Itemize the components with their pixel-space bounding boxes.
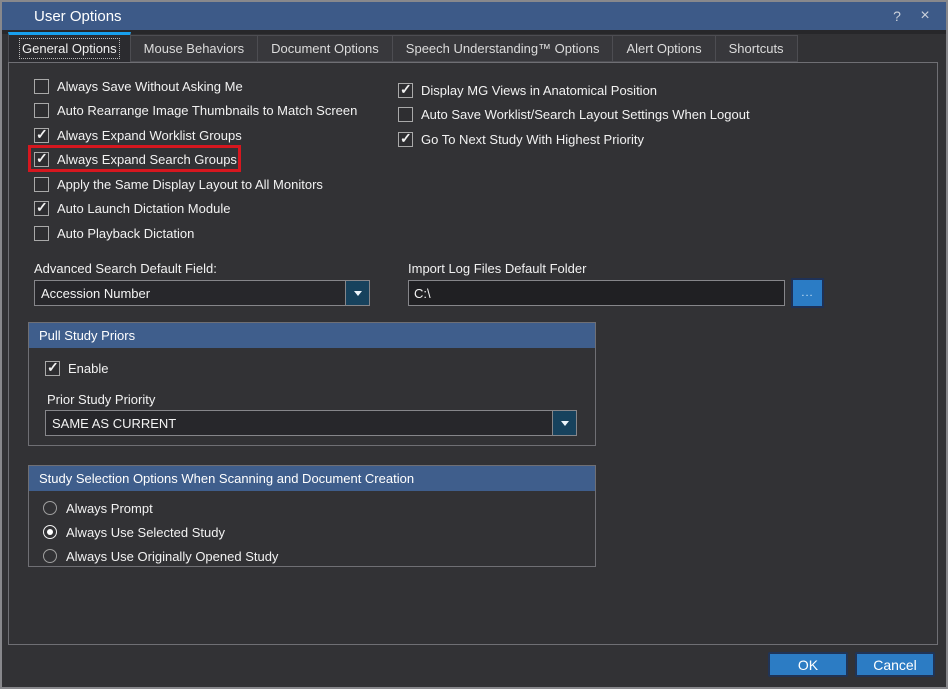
tab-document-options[interactable]: Document Options xyxy=(258,35,393,62)
user-options-dialog: User Options ? × General Options Mouse B… xyxy=(0,0,948,689)
browse-button[interactable]: ... xyxy=(791,278,824,308)
checkbox-always-save-without-asking[interactable]: Always Save Without Asking Me xyxy=(34,74,357,99)
checkbox-box-checked xyxy=(398,83,413,98)
checkbox-always-expand-search-groups[interactable]: Always Expand Search Groups xyxy=(34,148,357,173)
tab-mouse-behaviors[interactable]: Mouse Behaviors xyxy=(131,35,258,62)
checkbox-enable-pull-priors[interactable]: Enable xyxy=(45,356,108,381)
titlebar[interactable]: User Options ? × xyxy=(2,2,946,30)
radio-always-use-selected-study[interactable]: Always Use Selected Study xyxy=(43,520,595,544)
study-selection-options-header: Study Selection Options When Scanning an… xyxy=(29,466,595,491)
checkbox-auto-rearrange-thumbnails[interactable]: Auto Rearrange Image Thumbnails to Match… xyxy=(34,99,357,124)
tab-general-options[interactable]: General Options xyxy=(8,32,131,62)
checkbox-box xyxy=(34,177,49,192)
prior-study-priority-label: Prior Study Priority xyxy=(47,392,155,407)
titlebar-buttons: ? × xyxy=(886,5,946,27)
radio-always-prompt[interactable]: Always Prompt xyxy=(43,496,595,520)
right-checkbox-column: Display MG Views in Anatomical Position … xyxy=(398,78,750,152)
checkbox-go-to-next-study[interactable]: Go To Next Study With Highest Priority xyxy=(398,127,750,152)
pull-study-priors-body: Enable Prior Study Priority SAME AS CURR… xyxy=(29,348,595,445)
tab-alert-options[interactable]: Alert Options xyxy=(613,35,715,62)
checkbox-box-checked xyxy=(45,361,60,376)
checkbox-box xyxy=(34,103,49,118)
checkbox-box xyxy=(398,107,413,122)
checkbox-display-mg-views[interactable]: Display MG Views in Anatomical Position xyxy=(398,78,750,103)
checkbox-auto-save-worklist-layout[interactable]: Auto Save Worklist/Search Layout Setting… xyxy=(398,103,750,128)
pull-study-priors-header: Pull Study Priors xyxy=(29,323,595,348)
import-log-folder-label: Import Log Files Default Folder xyxy=(408,261,586,276)
tab-shortcuts[interactable]: Shortcuts xyxy=(716,35,798,62)
window-title: User Options xyxy=(2,8,122,25)
study-selection-options-group: Study Selection Options When Scanning an… xyxy=(28,465,596,567)
chevron-down-icon xyxy=(345,281,369,305)
tab-speech-understanding-options[interactable]: Speech Understanding™ Options xyxy=(393,35,614,62)
checkbox-auto-playback-dictation[interactable]: Auto Playback Dictation xyxy=(34,221,357,246)
help-icon[interactable]: ? xyxy=(886,5,908,27)
checkbox-box xyxy=(34,79,49,94)
checkbox-apply-same-display-layout[interactable]: Apply the Same Display Layout to All Mon… xyxy=(34,172,357,197)
ok-button[interactable]: OK xyxy=(768,652,848,677)
radio-circle xyxy=(43,501,57,515)
study-selection-options-body: Always Prompt Always Use Selected Study … xyxy=(29,491,595,568)
radio-circle-selected xyxy=(43,525,57,539)
radio-always-use-originally-opened-study[interactable]: Always Use Originally Opened Study xyxy=(43,544,595,568)
tab-strip: General Options Mouse Behaviors Document… xyxy=(8,32,798,62)
advanced-search-dropdown-value: Accession Number xyxy=(35,281,345,305)
chevron-down-icon xyxy=(552,411,576,435)
left-checkbox-column: Always Save Without Asking Me Auto Rearr… xyxy=(34,74,357,246)
checkbox-box-checked xyxy=(34,201,49,216)
pull-study-priors-group: Pull Study Priors Enable Prior Study Pri… xyxy=(28,322,596,446)
close-icon[interactable]: × xyxy=(914,5,936,27)
import-log-folder-input[interactable] xyxy=(408,280,785,306)
checkbox-always-expand-worklist-groups[interactable]: Always Expand Worklist Groups xyxy=(34,123,357,148)
checkbox-box-checked xyxy=(34,128,49,143)
prior-study-priority-dropdown-value: SAME AS CURRENT xyxy=(46,411,552,435)
checkbox-auto-launch-dictation[interactable]: Auto Launch Dictation Module xyxy=(34,197,357,222)
checkbox-box-checked xyxy=(34,152,49,167)
advanced-search-dropdown[interactable]: Accession Number xyxy=(34,280,370,306)
advanced-search-default-field-label: Advanced Search Default Field: xyxy=(34,261,217,276)
radio-circle xyxy=(43,549,57,563)
checkbox-box xyxy=(34,226,49,241)
checkbox-box-checked xyxy=(398,132,413,147)
prior-study-priority-dropdown[interactable]: SAME AS CURRENT xyxy=(45,410,577,436)
cancel-button[interactable]: Cancel xyxy=(855,652,935,677)
